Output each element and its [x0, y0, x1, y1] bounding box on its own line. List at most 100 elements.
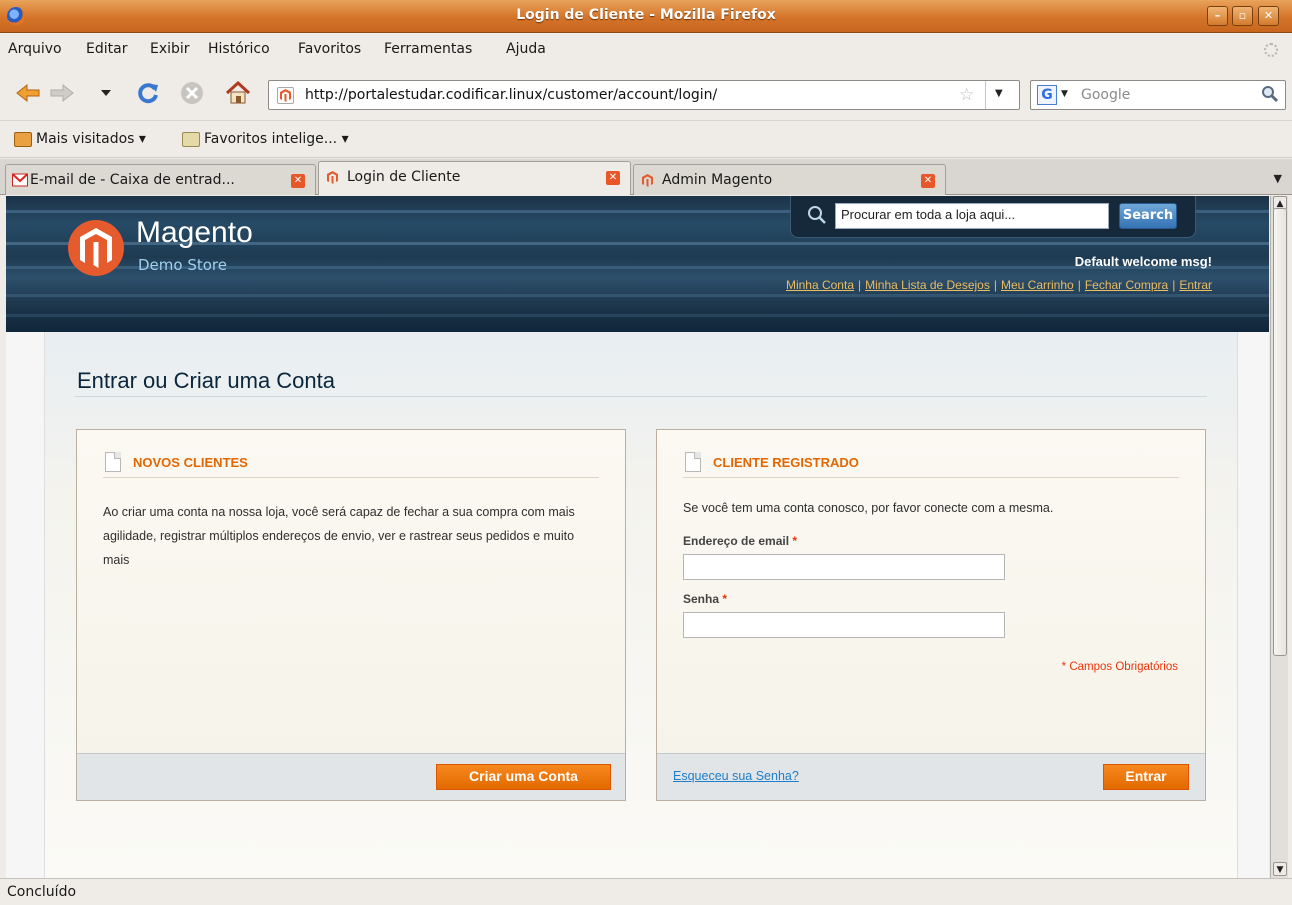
home-icon[interactable] [224, 80, 252, 106]
bookmark-label: Mais visitados ▾ [36, 131, 146, 147]
history-dropdown-icon[interactable] [96, 80, 116, 106]
menu-historico[interactable]: Histórico [208, 41, 270, 57]
link-lista-desejos[interactable]: Minha Lista de Desejos [865, 278, 990, 292]
status-bar: Concluído [0, 878, 1292, 905]
magento-logo-icon[interactable] [68, 220, 124, 276]
document-icon [685, 452, 701, 472]
search-icon[interactable] [1261, 85, 1279, 103]
tab-login-de-cliente[interactable]: Login de Cliente ✕ [318, 161, 631, 195]
store-logo-name[interactable]: Magento [136, 216, 253, 250]
back-icon[interactable] [14, 80, 42, 106]
bookmark-smart-folder[interactable]: Favoritos intelige... ▾ [182, 131, 349, 147]
store-search-bar: Procurar em toda a loja aqui... Search [790, 196, 1196, 238]
close-window-button[interactable]: ✕ [1258, 6, 1279, 26]
close-tab-icon[interactable]: ✕ [291, 174, 305, 188]
box-footer: Esqueceu sua Senha? Entrar [657, 753, 1205, 800]
search-icon [807, 205, 827, 225]
title-divider [75, 396, 1207, 397]
page-viewport: Magento Demo Store Procurar em toda a lo… [6, 196, 1269, 878]
status-text: Concluído [7, 884, 77, 900]
link-fechar-compra[interactable]: Fechar Compra [1085, 278, 1168, 292]
menu-arquivo[interactable]: Arquivo [8, 41, 62, 57]
close-tab-icon[interactable]: ✕ [606, 171, 620, 185]
smart-bookmarks-folder-icon [182, 131, 200, 147]
box-heading: CLIENTE REGISTRADO [685, 452, 859, 472]
tab-admin-magento[interactable]: Admin Magento ✕ [633, 164, 946, 195]
box-body [657, 430, 1205, 755]
google-engine-icon[interactable]: G [1037, 85, 1057, 105]
web-search-box[interactable]: G ▼ Google [1030, 80, 1286, 110]
bookmark-most-visited[interactable]: Mais visitados ▾ [14, 131, 146, 147]
new-customers-box: NOVOS CLIENTES Ao criar uma conta na nos… [76, 429, 626, 801]
email-label-text: Endereço de email [683, 534, 790, 548]
menu-bar: Arquivo Editar Exibir Histórico Favorito… [0, 33, 1292, 65]
menu-editar[interactable]: Editar [86, 41, 127, 57]
store-search-input[interactable]: Procurar em toda a loja aqui... [835, 203, 1109, 229]
link-divider: | [858, 278, 862, 292]
login-button[interactable]: Entrar [1103, 764, 1189, 790]
box-footer: Criar uma Conta [77, 753, 625, 800]
menu-favoritos[interactable]: Favoritos [298, 41, 361, 57]
welcome-message: Default welcome msg! [1074, 254, 1212, 269]
forgot-password-link[interactable]: Esqueceu sua Senha? [673, 769, 799, 783]
menu-ajuda[interactable]: Ajuda [506, 41, 546, 57]
heading-divider [103, 477, 599, 478]
tab-label: E-mail de - Caixa de entrad... [30, 172, 235, 188]
link-entrar[interactable]: Entrar [1179, 278, 1212, 292]
site-favicon-icon [277, 87, 294, 104]
window-titlebar: Login de Cliente - Mozilla Firefox – ▫ ✕ [0, 0, 1292, 33]
forward-icon[interactable] [48, 80, 76, 106]
tab-label: Admin Magento [662, 172, 773, 188]
activity-throbber-icon [1264, 43, 1278, 57]
window-title: Login de Cliente - Mozilla Firefox [516, 7, 776, 23]
required-marker: * [792, 534, 798, 548]
web-search-placeholder: Google [1081, 87, 1131, 103]
bookmarks-toolbar: Mais visitados ▾ Favoritos intelige... ▾ [0, 122, 1292, 158]
stop-icon[interactable] [178, 80, 206, 106]
reload-icon[interactable] [134, 80, 162, 106]
store-logo-subtitle: Demo Store [138, 256, 227, 274]
password-field[interactable] [683, 612, 1005, 638]
link-divider: | [1172, 278, 1176, 292]
new-customers-text: Ao criar uma conta na nossa loja, você s… [103, 505, 575, 567]
tab-list-dropdown-icon[interactable]: ▼ [1274, 172, 1282, 185]
engine-dropdown-icon[interactable]: ▼ [1061, 89, 1068, 99]
email-field[interactable] [683, 554, 1005, 580]
link-meu-carrinho[interactable]: Meu Carrinho [1001, 278, 1074, 292]
scroll-down-icon[interactable]: ▼ [1273, 862, 1287, 876]
magento-icon [640, 173, 656, 188]
document-icon [105, 452, 121, 472]
tab-gmail[interactable]: E-mail de - Caixa de entrad... ✕ [5, 164, 316, 195]
store-header: Magento Demo Store Procurar em toda a lo… [6, 196, 1269, 332]
main-content: Entrar ou Criar uma Conta NOVOS CLIENTES… [44, 332, 1238, 878]
email-label: Endereço de email * [683, 534, 797, 548]
heading-divider [683, 477, 1179, 478]
store-search-button[interactable]: Search [1119, 203, 1177, 229]
magento-icon [325, 170, 341, 185]
required-marker: * [722, 592, 728, 606]
link-divider: | [993, 278, 997, 292]
scrollbar-thumb[interactable] [1273, 208, 1287, 656]
tab-label: Login de Cliente [347, 169, 461, 185]
url-separator [985, 81, 986, 109]
gmail-icon [12, 173, 28, 188]
address-bar[interactable]: http://portalestudar.codificar.linux/cus… [268, 80, 1020, 110]
registered-text: Se você tem uma conta conosco, por favor… [683, 501, 1054, 515]
close-tab-icon[interactable]: ✕ [921, 174, 935, 188]
page-title: Entrar ou Criar uma Conta [77, 368, 335, 393]
box-body [77, 430, 625, 755]
required-fields-note: * Campos Obrigatórios [1061, 661, 1178, 673]
minimize-button[interactable]: – [1207, 6, 1228, 26]
registered-heading: CLIENTE REGISTRADO [713, 454, 859, 470]
tab-strip: E-mail de - Caixa de entrad... ✕ Login d… [0, 159, 1292, 195]
bookmark-label: Favoritos intelige... ▾ [204, 131, 349, 147]
box-heading: NOVOS CLIENTES [105, 452, 248, 472]
bookmark-star-icon[interactable]: ☆ [959, 85, 974, 105]
url-dropdown-icon[interactable]: ▼ [995, 88, 1003, 99]
menu-ferramentas[interactable]: Ferramentas [384, 41, 472, 57]
menu-exibir[interactable]: Exibir [150, 41, 190, 57]
create-account-button[interactable]: Criar uma Conta [436, 764, 611, 790]
maximize-button[interactable]: ▫ [1232, 6, 1253, 26]
link-minha-conta[interactable]: Minha Conta [786, 278, 854, 292]
vertical-scrollbar[interactable]: ▲ ▼ [1270, 196, 1288, 878]
